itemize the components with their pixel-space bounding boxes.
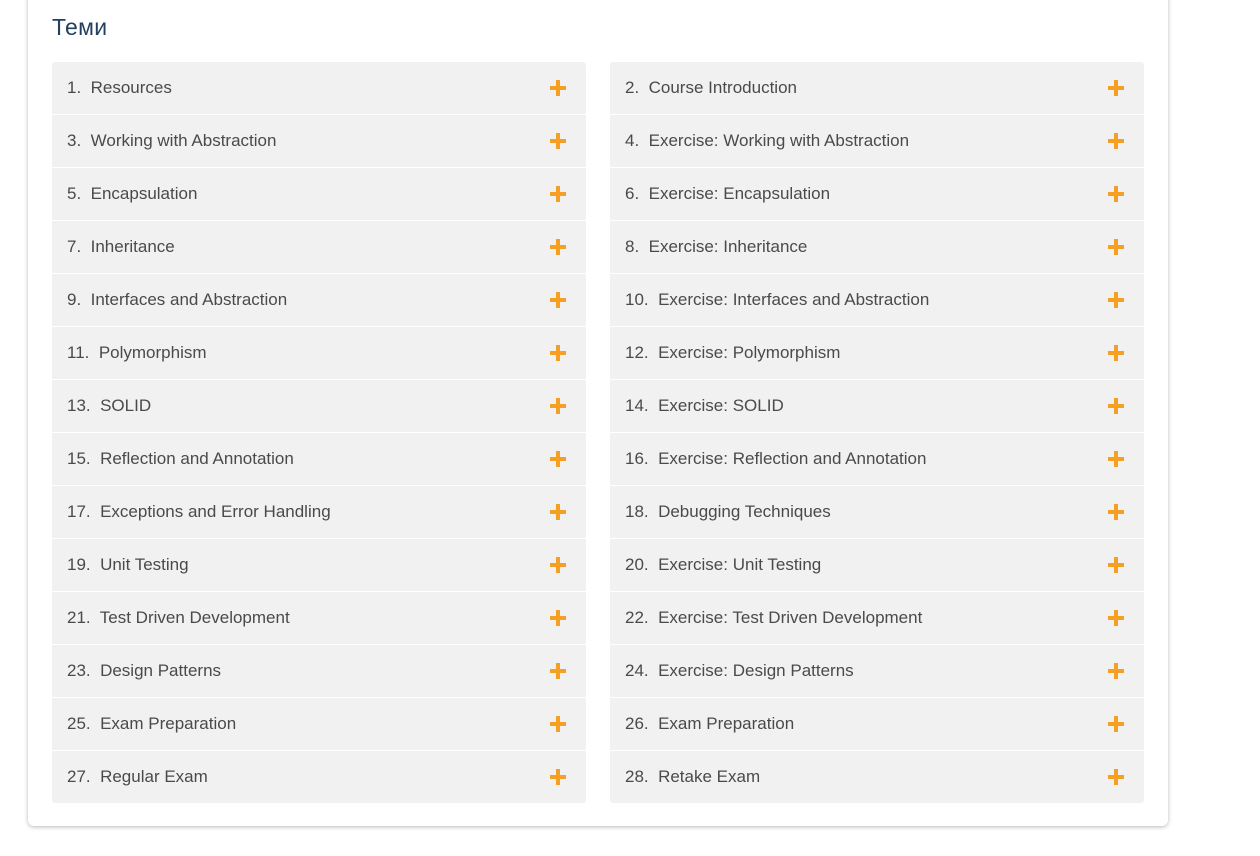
topics-column-left: 1. Resources 3. Working with Abstraction…	[52, 62, 586, 803]
plus-icon[interactable]	[1108, 398, 1124, 414]
plus-icon[interactable]	[1108, 769, 1124, 785]
plus-icon[interactable]	[1108, 557, 1124, 573]
topic-item[interactable]: 14. Exercise: SOLID	[610, 380, 1144, 432]
topic-item[interactable]: 26. Exam Preparation	[610, 698, 1144, 750]
plus-icon[interactable]	[1108, 292, 1124, 308]
topic-item[interactable]: 5. Encapsulation	[52, 168, 586, 220]
plus-icon[interactable]	[550, 292, 566, 308]
topic-label: 5. Encapsulation	[67, 184, 198, 203]
topic-label: 10. Exercise: Interfaces and Abstraction	[625, 290, 930, 309]
plus-icon[interactable]	[550, 186, 566, 202]
topic-item[interactable]: 21. Test Driven Development	[52, 592, 586, 644]
topic-label: 3. Working with Abstraction	[67, 131, 277, 150]
topic-item[interactable]: 27. Regular Exam	[52, 751, 586, 803]
topic-label: 12. Exercise: Polymorphism	[625, 343, 841, 362]
topics-card: Теми 1. Resources 3. Working with Abstra…	[28, 0, 1168, 826]
topic-item[interactable]: 18. Debugging Techniques	[610, 486, 1144, 538]
plus-icon[interactable]	[1108, 663, 1124, 679]
topic-item[interactable]: 20. Exercise: Unit Testing	[610, 539, 1144, 591]
topic-label: 20. Exercise: Unit Testing	[625, 555, 822, 574]
plus-icon[interactable]	[1108, 345, 1124, 361]
topic-label: 6. Exercise: Encapsulation	[625, 184, 831, 203]
topic-item[interactable]: 22. Exercise: Test Driven Development	[610, 592, 1144, 644]
topic-item[interactable]: 3. Working with Abstraction	[52, 115, 586, 167]
plus-icon[interactable]	[550, 663, 566, 679]
topic-item[interactable]: 15. Reflection and Annotation	[52, 433, 586, 485]
topic-label: 11. Polymorphism	[67, 343, 207, 362]
topic-label: 19. Unit Testing	[67, 555, 189, 574]
topic-item[interactable]: 11. Polymorphism	[52, 327, 586, 379]
topic-label: 17. Exceptions and Error Handling	[67, 502, 331, 521]
plus-icon[interactable]	[550, 557, 566, 573]
topic-item[interactable]: 10. Exercise: Interfaces and Abstraction	[610, 274, 1144, 326]
plus-icon[interactable]	[550, 398, 566, 414]
section-title: Теми	[52, 14, 108, 40]
plus-icon[interactable]	[550, 239, 566, 255]
plus-icon[interactable]	[1108, 239, 1124, 255]
topic-label: 15. Reflection and Annotation	[67, 449, 294, 468]
topic-label: 23. Design Patterns	[67, 661, 222, 680]
topic-label: 14. Exercise: SOLID	[625, 396, 784, 415]
topic-item[interactable]: 28. Retake Exam	[610, 751, 1144, 803]
topics-column-right: 2. Course Introduction 4. Exercise: Work…	[610, 62, 1144, 803]
plus-icon[interactable]	[550, 610, 566, 626]
plus-icon[interactable]	[550, 504, 566, 520]
plus-icon[interactable]	[1108, 610, 1124, 626]
plus-icon[interactable]	[550, 133, 566, 149]
topic-label: 26. Exam Preparation	[625, 714, 795, 733]
topic-item[interactable]: 23. Design Patterns	[52, 645, 586, 697]
topic-label: 18. Debugging Techniques	[625, 502, 831, 521]
plus-icon[interactable]	[550, 716, 566, 732]
topic-label: 13. SOLID	[67, 396, 152, 415]
topic-label: 22. Exercise: Test Driven Development	[625, 608, 923, 627]
plus-icon[interactable]	[1108, 80, 1124, 96]
topic-label: 4. Exercise: Working with Abstraction	[625, 131, 910, 150]
topic-label: 7. Inheritance	[67, 237, 175, 256]
plus-icon[interactable]	[550, 345, 566, 361]
topic-label: 8. Exercise: Inheritance	[625, 237, 808, 256]
topic-item[interactable]: 17. Exceptions and Error Handling	[52, 486, 586, 538]
topic-item[interactable]: 9. Interfaces and Abstraction	[52, 274, 586, 326]
topic-item[interactable]: 6. Exercise: Encapsulation	[610, 168, 1144, 220]
topic-item[interactable]: 24. Exercise: Design Patterns	[610, 645, 1144, 697]
topic-label: 2. Course Introduction	[625, 78, 797, 97]
plus-icon[interactable]	[1108, 504, 1124, 520]
topic-label: 1. Resources	[67, 78, 172, 97]
topic-label: 16. Exercise: Reflection and Annotation	[625, 449, 927, 468]
topic-label: 28. Retake Exam	[625, 767, 761, 786]
topic-label: 27. Regular Exam	[67, 767, 208, 786]
plus-icon[interactable]	[1108, 716, 1124, 732]
topic-item[interactable]: 2. Course Introduction	[610, 62, 1144, 114]
plus-icon[interactable]	[1108, 133, 1124, 149]
plus-icon[interactable]	[550, 769, 566, 785]
topic-item[interactable]: 13. SOLID	[52, 380, 586, 432]
topic-item[interactable]: 16. Exercise: Reflection and Annotation	[610, 433, 1144, 485]
plus-icon[interactable]	[1108, 186, 1124, 202]
topic-item[interactable]: 8. Exercise: Inheritance	[610, 221, 1144, 273]
topic-item[interactable]: 4. Exercise: Working with Abstraction	[610, 115, 1144, 167]
topic-item[interactable]: 19. Unit Testing	[52, 539, 586, 591]
plus-icon[interactable]	[550, 80, 566, 96]
topic-label: 9. Interfaces and Abstraction	[67, 290, 288, 309]
plus-icon[interactable]	[550, 451, 566, 467]
topic-item[interactable]: 7. Inheritance	[52, 221, 586, 273]
topic-item[interactable]: 12. Exercise: Polymorphism	[610, 327, 1144, 379]
topic-label: 25. Exam Preparation	[67, 714, 237, 733]
topic-item[interactable]: 25. Exam Preparation	[52, 698, 586, 750]
plus-icon[interactable]	[1108, 451, 1124, 467]
topic-label: 24. Exercise: Design Patterns	[625, 661, 854, 680]
topic-label: 21. Test Driven Development	[67, 608, 290, 627]
topic-item[interactable]: 1. Resources	[52, 62, 586, 114]
